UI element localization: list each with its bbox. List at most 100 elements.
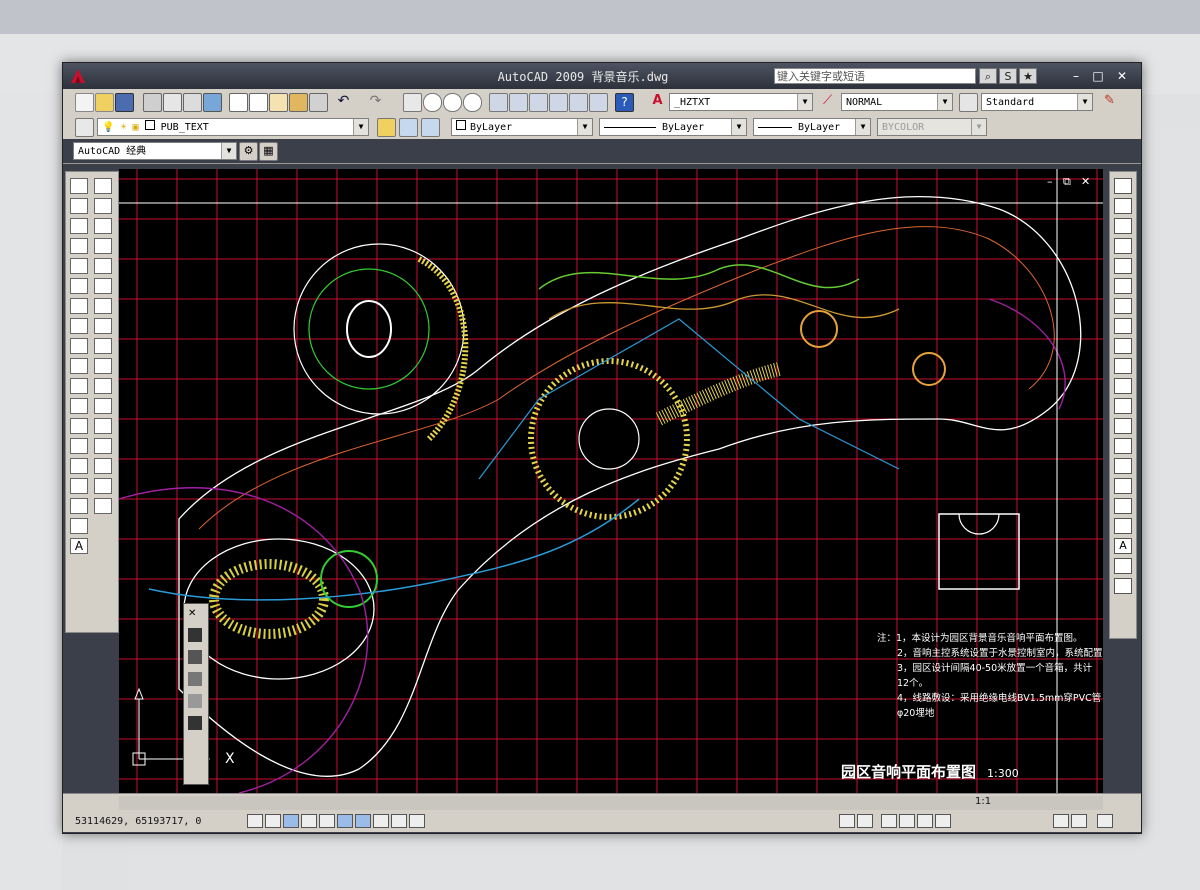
close-icon[interactable]: ✕ bbox=[188, 608, 202, 620]
canvas-minimize-button[interactable]: – bbox=[1047, 175, 1053, 188]
help-icon[interactable]: ? bbox=[615, 93, 634, 112]
workspace-dropdown[interactable]: AutoCAD 经典 ▼ bbox=[73, 142, 237, 160]
ordinate-dimension-icon[interactable] bbox=[1114, 238, 1132, 254]
revision-cloud-icon[interactable] bbox=[70, 318, 88, 334]
point-icon[interactable] bbox=[70, 438, 88, 454]
offset-icon[interactable] bbox=[94, 238, 112, 254]
search-icon[interactable]: ⌕ bbox=[979, 68, 997, 84]
jogged-linear-icon[interactable] bbox=[1114, 498, 1132, 514]
copy-object-icon[interactable] bbox=[94, 198, 112, 214]
workspace-settings-icon[interactable]: ⚙ bbox=[239, 142, 258, 161]
drawing-area[interactable]: X – ⧉ ✕ 注：1，本设计为园区背景音乐音响平面布置图。 2，音响主控系统设… bbox=[119, 169, 1103, 793]
explode-icon[interactable] bbox=[94, 498, 112, 514]
open-file-icon[interactable] bbox=[95, 93, 114, 112]
arc-icon[interactable] bbox=[70, 278, 88, 294]
communication-icon[interactable]: S bbox=[999, 68, 1017, 84]
line-icon[interactable] bbox=[70, 178, 88, 194]
hatch-icon[interactable] bbox=[70, 458, 88, 474]
break-icon[interactable] bbox=[94, 418, 112, 434]
favorites-icon[interactable]: ★ bbox=[1019, 68, 1037, 84]
copy-icon[interactable] bbox=[249, 93, 268, 112]
scale-icon[interactable] bbox=[94, 318, 112, 334]
dimension-style-manager-icon[interactable] bbox=[1114, 578, 1132, 594]
clean-screen-icon[interactable] bbox=[1097, 814, 1113, 828]
annotation-scale-readout[interactable]: 1:1 bbox=[975, 796, 991, 807]
linear-dimension-icon[interactable] bbox=[1114, 178, 1132, 194]
chamfer-icon[interactable] bbox=[94, 458, 112, 474]
undo-icon[interactable]: ↶ bbox=[335, 93, 352, 110]
text-style-icon[interactable]: A bbox=[649, 93, 666, 110]
layer-dropdown[interactable]: 💡 ☀ ▣ PUB_TEXT ▼ bbox=[97, 118, 369, 136]
paste-icon[interactable] bbox=[269, 93, 288, 112]
block-editor-icon[interactable] bbox=[309, 93, 328, 112]
markup-icon[interactable] bbox=[569, 93, 588, 112]
diameter-dimension-icon[interactable] bbox=[1114, 298, 1132, 314]
lineweight-toggle-icon[interactable] bbox=[391, 814, 407, 828]
ellipse-icon[interactable] bbox=[70, 358, 88, 374]
angular-dimension-icon[interactable] bbox=[1114, 318, 1132, 334]
make-layer-current-icon[interactable] bbox=[377, 118, 396, 137]
match-properties-icon[interactable] bbox=[289, 93, 308, 112]
send-to-back-icon[interactable] bbox=[188, 650, 202, 664]
text-to-front-icon[interactable] bbox=[188, 716, 202, 730]
layout-tab-icon[interactable] bbox=[857, 814, 873, 828]
dynamic-input-icon[interactable] bbox=[373, 814, 389, 828]
layer-manager-icon[interactable] bbox=[75, 118, 94, 137]
multiline-text-icon[interactable]: A bbox=[70, 538, 88, 554]
new-file-icon[interactable] bbox=[75, 93, 94, 112]
dimension-style-dropdown[interactable]: NORMAL ▼ bbox=[841, 93, 953, 111]
print-icon[interactable] bbox=[143, 93, 162, 112]
join-icon[interactable] bbox=[94, 438, 112, 454]
zoom-window-icon[interactable] bbox=[443, 93, 462, 112]
layer-states-icon[interactable] bbox=[421, 118, 440, 137]
trim-icon[interactable] bbox=[94, 358, 112, 374]
lock-ui-icon[interactable] bbox=[1071, 814, 1087, 828]
infer-constraints-icon[interactable] bbox=[247, 814, 263, 828]
rectangle-icon[interactable] bbox=[70, 258, 88, 274]
quickcalc-icon[interactable] bbox=[589, 93, 608, 112]
layer-previous-icon[interactable] bbox=[399, 118, 418, 137]
tool-palettes-icon[interactable] bbox=[529, 93, 548, 112]
search-input[interactable]: 键入关键字或短语 bbox=[774, 68, 976, 84]
design-center-icon[interactable] bbox=[509, 93, 528, 112]
mirror-icon[interactable] bbox=[94, 218, 112, 234]
pan-icon[interactable] bbox=[403, 93, 422, 112]
inspection-icon[interactable] bbox=[1114, 478, 1132, 494]
aligned-dimension-icon[interactable] bbox=[1114, 198, 1132, 214]
redo-icon[interactable]: ↷ bbox=[367, 93, 384, 110]
close-button[interactable]: ✕ bbox=[1113, 69, 1131, 83]
spline-icon[interactable] bbox=[70, 338, 88, 354]
polygon-icon[interactable] bbox=[70, 238, 88, 254]
continue-dimension-icon[interactable] bbox=[1114, 378, 1132, 394]
color-dropdown[interactable]: ByLayer ▼ bbox=[451, 118, 593, 136]
3d-dwf-icon[interactable] bbox=[203, 93, 222, 112]
stretch-icon[interactable] bbox=[94, 338, 112, 354]
multileader-style-icon[interactable]: ✎ bbox=[1101, 93, 1118, 110]
model-tab-icon[interactable] bbox=[839, 814, 855, 828]
linetype-dropdown[interactable]: ByLayer ▼ bbox=[599, 118, 747, 136]
canvas-restore-button[interactable]: ⧉ bbox=[1063, 175, 1071, 189]
send-under-icon[interactable] bbox=[188, 694, 202, 708]
ellipse-arc-icon[interactable] bbox=[70, 378, 88, 394]
dimension-break-icon[interactable] bbox=[1114, 418, 1132, 434]
dimension-space-icon[interactable] bbox=[1114, 398, 1132, 414]
steering-wheel-icon[interactable] bbox=[917, 814, 933, 828]
polyline-icon[interactable] bbox=[70, 218, 88, 234]
cut-icon[interactable] bbox=[229, 93, 248, 112]
dimension-update-icon[interactable] bbox=[1114, 558, 1132, 574]
table-style-icon[interactable] bbox=[959, 93, 978, 112]
maximize-button[interactable]: □ bbox=[1089, 69, 1107, 83]
minimize-button[interactable]: – bbox=[1067, 69, 1085, 83]
break-at-point-icon[interactable] bbox=[94, 398, 112, 414]
make-block-icon[interactable] bbox=[70, 418, 88, 434]
table-style-dropdown[interactable]: Standard ▼ bbox=[981, 93, 1093, 111]
properties-icon[interactable] bbox=[489, 93, 508, 112]
region-icon[interactable] bbox=[70, 498, 88, 514]
erase-icon[interactable] bbox=[94, 178, 112, 194]
tolerance-icon[interactable] bbox=[1114, 438, 1132, 454]
zoom-status-icon[interactable] bbox=[899, 814, 915, 828]
horizontal-scrollbar[interactable] bbox=[119, 796, 1103, 810]
workspace-switch-icon[interactable] bbox=[1053, 814, 1069, 828]
polar-toggle-icon[interactable] bbox=[319, 814, 335, 828]
fillet-icon[interactable] bbox=[94, 478, 112, 494]
